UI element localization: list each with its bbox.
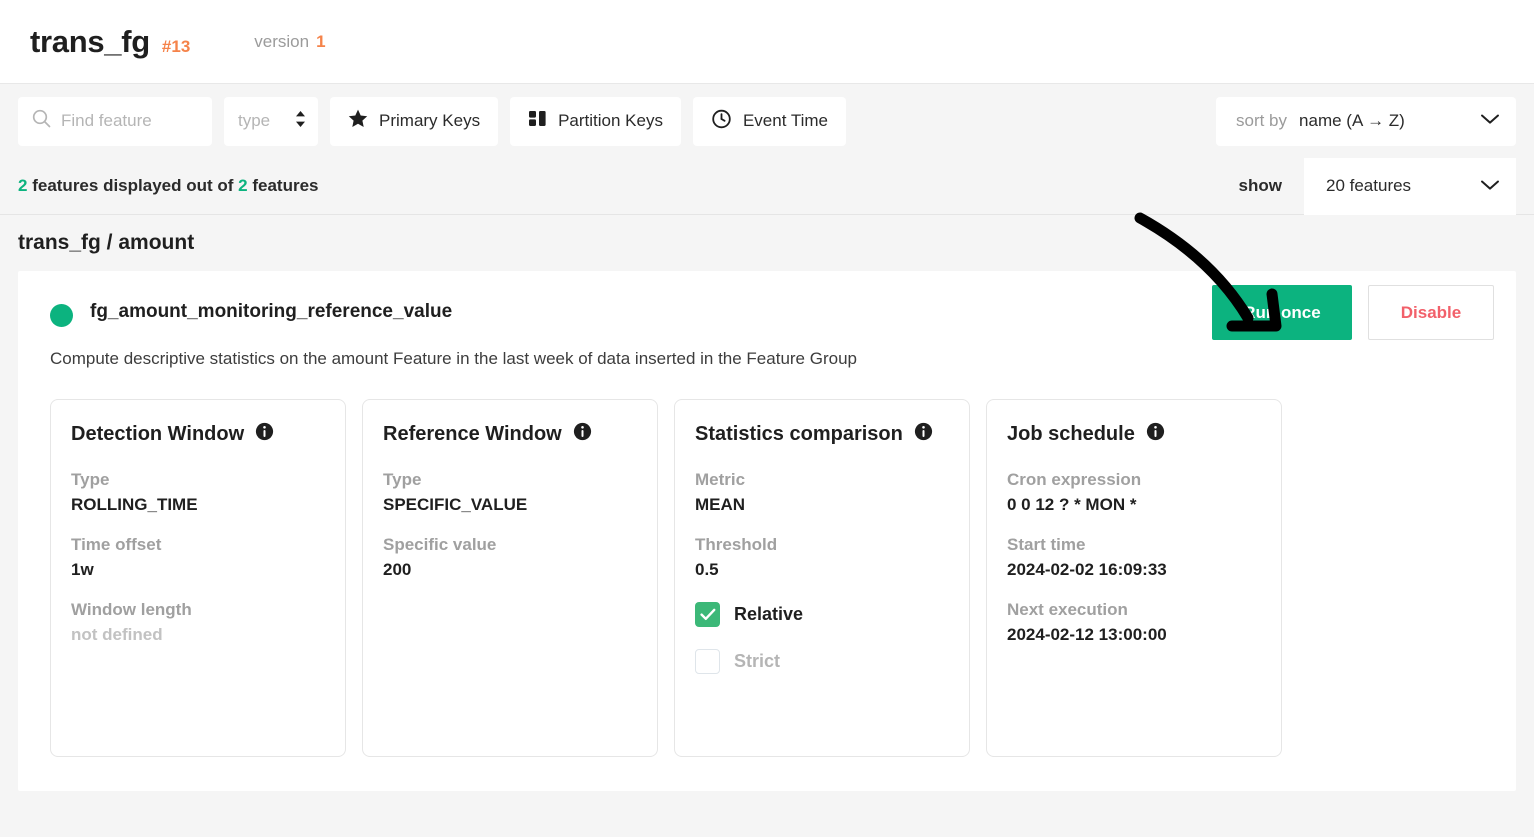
version-label: version	[254, 32, 309, 52]
field-label: Time offset	[71, 535, 325, 555]
field-value: 2024-02-12 13:00:00	[1007, 625, 1261, 645]
page-size-value: 20 features	[1326, 176, 1411, 196]
count-text-end: features	[252, 176, 318, 195]
chevron-down-icon	[1480, 112, 1500, 130]
displayed-count: 2	[18, 176, 27, 195]
status-dot-enabled	[50, 304, 73, 327]
type-filter-select[interactable]: type	[224, 97, 318, 146]
card-statistics-comparison: Statistics comparison Metric MEAN Thresh…	[674, 399, 970, 757]
field-label: Type	[383, 470, 637, 490]
sort-by-label: sort by	[1236, 111, 1287, 131]
card-field: Start time 2024-02-02 16:09:33	[1007, 535, 1261, 580]
field-label: Window length	[71, 600, 325, 620]
filter-chip-partition-keys[interactable]: Partition Keys	[510, 97, 681, 146]
feature-group-id: #13	[162, 37, 190, 57]
feature-count-row: 2 features displayed out of 2 features s…	[0, 158, 1534, 215]
filter-chip-label: Primary Keys	[379, 111, 480, 131]
checkbox-strict[interactable]: Strict	[695, 649, 949, 674]
field-value: ROLLING_TIME	[71, 495, 325, 515]
card-field: Next execution 2024-02-12 13:00:00	[1007, 600, 1261, 645]
card-title: Statistics comparison	[695, 423, 903, 446]
card-field: Window length not defined	[71, 600, 325, 645]
field-label: Threshold	[695, 535, 949, 555]
disable-button[interactable]: Disable	[1368, 285, 1494, 340]
config-name: fg_amount_monitoring_reference_value	[90, 301, 452, 323]
field-label: Specific value	[383, 535, 637, 555]
search-box[interactable]	[18, 97, 212, 146]
filter-chip-primary-keys[interactable]: Primary Keys	[330, 97, 498, 146]
field-value: 1w	[71, 560, 325, 580]
checkbox-relative[interactable]: Relative	[695, 602, 949, 627]
card-title: Job schedule	[1007, 423, 1135, 446]
card-reference-window: Reference Window Type SPECIFIC_VALUE Spe…	[362, 399, 658, 757]
breadcrumb: trans_fg / amount	[18, 231, 194, 255]
card-job-schedule: Job schedule Cron expression 0 0 12 ? * …	[986, 399, 1282, 757]
page-header: trans_fg #13 version 1	[0, 0, 1534, 84]
feature-toolbar: type Primary Keys Partition Keys	[0, 84, 1534, 158]
card-field: Type ROLLING_TIME	[71, 470, 325, 515]
card-field: Time offset 1w	[71, 535, 325, 580]
sort-updown-icon	[295, 110, 306, 133]
breadcrumb-row: trans_fg / amount	[0, 215, 1534, 271]
field-value: 200	[383, 560, 637, 580]
filter-chip-label: Partition Keys	[558, 111, 663, 131]
card-field: Threshold 0.5	[695, 535, 949, 580]
search-icon	[32, 109, 51, 133]
info-icon[interactable]	[914, 422, 933, 446]
app-root: trans_fg #13 version 1 type	[0, 0, 1534, 837]
config-actions: Run once Disable	[1212, 285, 1494, 340]
filter-chip-label: Event Time	[743, 111, 828, 131]
field-label: Metric	[695, 470, 949, 490]
total-count: 2	[238, 176, 247, 195]
field-value: MEAN	[695, 495, 949, 515]
card-title: Reference Window	[383, 423, 562, 446]
type-filter-label: type	[238, 111, 270, 131]
version-number: 1	[316, 32, 325, 52]
info-icon[interactable]	[1146, 422, 1165, 446]
field-value: 2024-02-02 16:09:33	[1007, 560, 1261, 580]
field-value: not defined	[71, 625, 325, 645]
field-label: Next execution	[1007, 600, 1261, 620]
card-detection-window: Detection Window Type ROLLING_TIME Time …	[50, 399, 346, 757]
field-label: Start time	[1007, 535, 1261, 555]
checkbox-checked-icon	[695, 602, 720, 627]
card-field: Metric MEAN	[695, 470, 949, 515]
info-icon[interactable]	[255, 422, 274, 446]
feature-count-text: 2 features displayed out of 2 features	[18, 176, 318, 196]
card-field: Specific value 200	[383, 535, 637, 580]
page-title: trans_fg	[30, 24, 150, 60]
checkbox-unchecked-icon	[695, 649, 720, 674]
field-value: 0 0 12 ? * MON *	[1007, 495, 1261, 515]
field-label: Cron expression	[1007, 470, 1261, 490]
sort-by-value: name (A → Z)	[1299, 111, 1405, 131]
card-field: Cron expression 0 0 12 ? * MON *	[1007, 470, 1261, 515]
card-title: Detection Window	[71, 423, 244, 446]
card-field: Type SPECIFIC_VALUE	[383, 470, 637, 515]
config-cards: Detection Window Type ROLLING_TIME Time …	[18, 369, 1516, 757]
clock-icon	[711, 108, 732, 134]
search-input[interactable]	[61, 111, 191, 131]
star-icon	[348, 109, 368, 133]
field-value: 0.5	[695, 560, 949, 580]
chevron-down-icon	[1480, 176, 1500, 196]
count-text-middle: features displayed out of	[32, 176, 233, 195]
field-label: Type	[71, 470, 325, 490]
info-icon[interactable]	[573, 422, 592, 446]
checkbox-label: Strict	[734, 651, 780, 672]
run-once-button[interactable]: Run once	[1212, 285, 1352, 340]
partition-icon	[528, 109, 547, 133]
checkbox-label: Relative	[734, 604, 803, 625]
filter-chip-event-time[interactable]: Event Time	[693, 97, 846, 146]
show-label: show	[1239, 176, 1282, 196]
monitoring-config-panel: fg_amount_monitoring_reference_value Com…	[18, 271, 1516, 791]
field-value: SPECIFIC_VALUE	[383, 495, 637, 515]
page-size-select[interactable]: 20 features	[1304, 158, 1516, 215]
sort-by-select[interactable]: sort by name (A → Z)	[1216, 97, 1516, 146]
